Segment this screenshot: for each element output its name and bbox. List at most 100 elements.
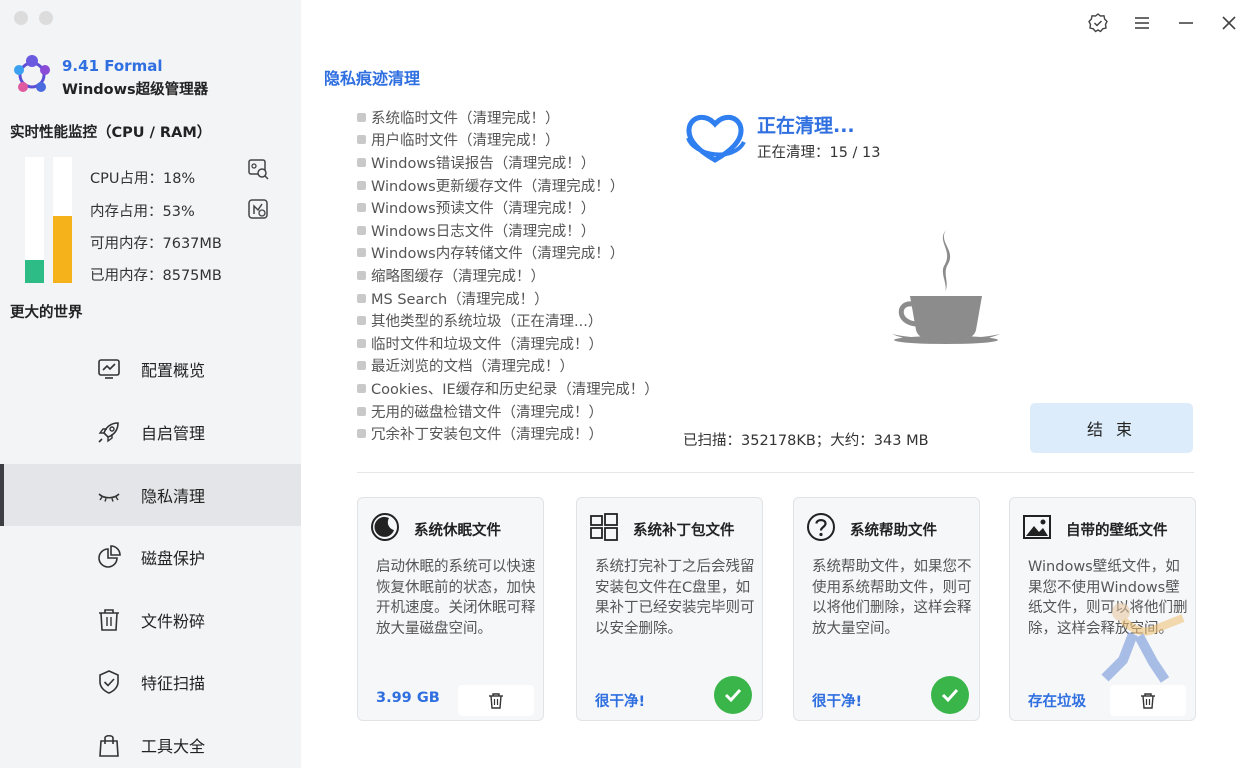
- sidebar-item-label: 文件粉碎: [141, 612, 206, 631]
- card-status-value: 很干净!: [812, 694, 863, 710]
- cpu-usage-bar: [25, 157, 44, 283]
- status-dot: [357, 338, 366, 348]
- mem-usage-bar: [53, 157, 72, 283]
- close-icon[interactable]: [1218, 12, 1240, 34]
- card-status-value: 很干净!: [595, 694, 646, 710]
- card-title: 系统休眠文件: [414, 523, 501, 539]
- card-title: 系统帮助文件: [850, 523, 937, 539]
- status-dot: [357, 112, 366, 122]
- rocket-icon: [98, 422, 119, 443]
- clean-item-list: 系统临时文件（清理完成！） 用户临时文件（清理完成！） Windows错误报告（…: [357, 106, 659, 445]
- sidebar-item-disk[interactable]: 磁盘保护: [0, 526, 301, 588]
- cpu-usage-label: CPU占用：18%: [90, 171, 196, 187]
- scan-summary: 已扫描：352178KB；大约：343 MB: [683, 433, 929, 449]
- coffee-cup-icon: [892, 230, 1000, 344]
- list-item-label: Windows日志文件（清理完成！）: [371, 223, 596, 240]
- sidebar-item-overview[interactable]: 配置概览: [0, 338, 301, 400]
- mem-detail-icon[interactable]: [247, 198, 269, 220]
- list-item-label: Windows更新缓存文件（清理完成！）: [371, 178, 625, 195]
- page-title: 隐私痕迹清理: [324, 69, 421, 88]
- sidebar-item-label: 隐私清理: [141, 487, 206, 506]
- card-title: 自带的壁纸文件: [1066, 523, 1168, 539]
- card-patch: 系统补丁包文件 系统打完补丁之后会残留安装包文件在C盘里，如果补丁已经安装完毕则…: [576, 497, 763, 721]
- mem-usage-label: 内存占用：53%: [90, 204, 195, 220]
- status-progress: 正在清理：15 / 13: [757, 145, 881, 161]
- cpu-usage-fill: [25, 260, 44, 283]
- available-mem-label: 可用内存：7637MB: [90, 236, 222, 252]
- close-dot[interactable]: [14, 11, 28, 25]
- status-dot: [357, 270, 366, 280]
- card-size-value: 3.99 GB: [376, 690, 440, 706]
- verified-badge-icon[interactable]: [1087, 12, 1109, 34]
- monitor-chart-icon: [98, 359, 120, 379]
- list-item-label: 缩略图缓存（清理完成！）: [371, 268, 545, 285]
- list-item-label: 最近浏览的文档（清理完成！）: [371, 359, 574, 376]
- minimize-dot[interactable]: [39, 11, 53, 25]
- sidebar-item-tools[interactable]: 工具大全: [0, 714, 301, 768]
- list-item: MS Search（清理完成！）: [357, 287, 659, 310]
- list-item: Cookies、IE缓存和历史纪录（清理完成！）: [357, 377, 659, 400]
- sidebar-item-label: 工具大全: [141, 737, 206, 756]
- list-item-label: 系统临时文件（清理完成！）: [371, 110, 560, 127]
- list-item-label: 临时文件和垃圾文件（清理完成！）: [371, 336, 603, 353]
- used-mem-label: 已用内存：8575MB: [90, 268, 222, 284]
- status-dot: [357, 406, 366, 416]
- sidebar: 9.41 Formal Windows超级管理器 实时性能监控（CPU / RA…: [0, 0, 301, 768]
- mem-usage-fill: [53, 216, 72, 283]
- trash-icon: [1141, 692, 1155, 709]
- menu-icon[interactable]: [1131, 12, 1153, 34]
- status-dot: [357, 293, 366, 303]
- trash-icon: [489, 692, 503, 709]
- clean-check-icon: [714, 676, 752, 714]
- status-dot: [357, 316, 366, 326]
- status-dot: [357, 361, 366, 371]
- list-item-label: 冗余补丁安装包文件（清理完成！）: [371, 427, 603, 444]
- monitor-title: 实时性能监控（CPU / RAM）: [10, 125, 212, 141]
- image-icon: [1023, 515, 1051, 539]
- window-traffic-lights: [14, 11, 53, 25]
- section-title: 更大的世界: [10, 305, 83, 321]
- status-title: 正在清理...: [757, 115, 855, 137]
- jumping-figure-decoration: [1101, 603, 1185, 683]
- trash-icon: [99, 609, 119, 631]
- sidebar-item-label: 特征扫描: [141, 674, 206, 693]
- list-item: 系统临时文件（清理完成！）: [357, 106, 659, 129]
- list-item-label: 用户临时文件（清理完成！）: [371, 133, 560, 150]
- delete-button[interactable]: [458, 685, 534, 716]
- list-item: 无用的磁盘检错文件（清理完成！）: [357, 400, 659, 423]
- status-dot: [357, 248, 366, 258]
- sidebar-item-privacy[interactable]: 隐私清理: [0, 464, 301, 526]
- minimize-icon[interactable]: [1175, 12, 1197, 34]
- list-item: Windows预读文件（清理完成！）: [357, 196, 659, 219]
- status-dot: [357, 135, 366, 145]
- sidebar-item-scan[interactable]: 特征扫描: [0, 651, 301, 713]
- card-description: 系统帮助文件，如果您不使用系统帮助文件，则可以将他们删除，这样会释放大量空间。: [812, 559, 972, 637]
- list-item: 最近浏览的文档（清理完成！）: [357, 355, 659, 378]
- clean-check-icon: [931, 676, 969, 714]
- status-dot: [357, 383, 366, 393]
- list-item-label: Windows内存转储文件（清理完成！）: [371, 246, 625, 263]
- cpu-detail-icon[interactable]: [247, 158, 269, 180]
- list-item: Windows错误报告（清理完成！）: [357, 151, 659, 174]
- card-status-value: 存在垃圾: [1028, 694, 1086, 710]
- list-item: 临时文件和垃圾文件（清理完成！）: [357, 332, 659, 355]
- sidebar-item-startup[interactable]: 自启管理: [0, 401, 301, 463]
- card-description: 系统打完补丁之后会残留安装包文件在C盘里，如果补丁已经安装完毕则可以安全删除。: [595, 559, 755, 637]
- sidebar-item-label: 磁盘保护: [141, 549, 206, 568]
- shield-check-icon: [99, 670, 119, 694]
- card-hibernate: 系统休眠文件 启动休眠的系统可以快速恢复休眠前的状态，加快开机速度。关闭休眠可释…: [357, 497, 544, 721]
- divider: [357, 472, 1194, 473]
- list-item: 冗余补丁安装包文件（清理完成！）: [357, 422, 659, 445]
- card-description: 启动休眠的系统可以快速恢复休眠前的状态，加快开机速度。关闭休眠可释放大量磁盘空间…: [376, 559, 536, 637]
- card-help: 系统帮助文件 系统帮助文件，如果您不使用系统帮助文件，则可以将他们删除，这样会释…: [793, 497, 980, 721]
- status-dot: [357, 225, 366, 235]
- list-item-label: Windows预读文件（清理完成！）: [371, 201, 596, 218]
- cleaning-spinner-icon: [686, 114, 746, 163]
- sidebar-item-shred[interactable]: 文件粉碎: [0, 589, 301, 651]
- question-icon: [807, 513, 835, 541]
- card-title: 系统补丁包文件: [633, 523, 735, 539]
- bag-icon: [99, 734, 119, 757]
- sidebar-item-label: 配置概览: [141, 361, 206, 380]
- end-button[interactable]: 结 束: [1030, 403, 1193, 453]
- list-item: 其他类型的系统垃圾（正在清理...）: [357, 309, 659, 332]
